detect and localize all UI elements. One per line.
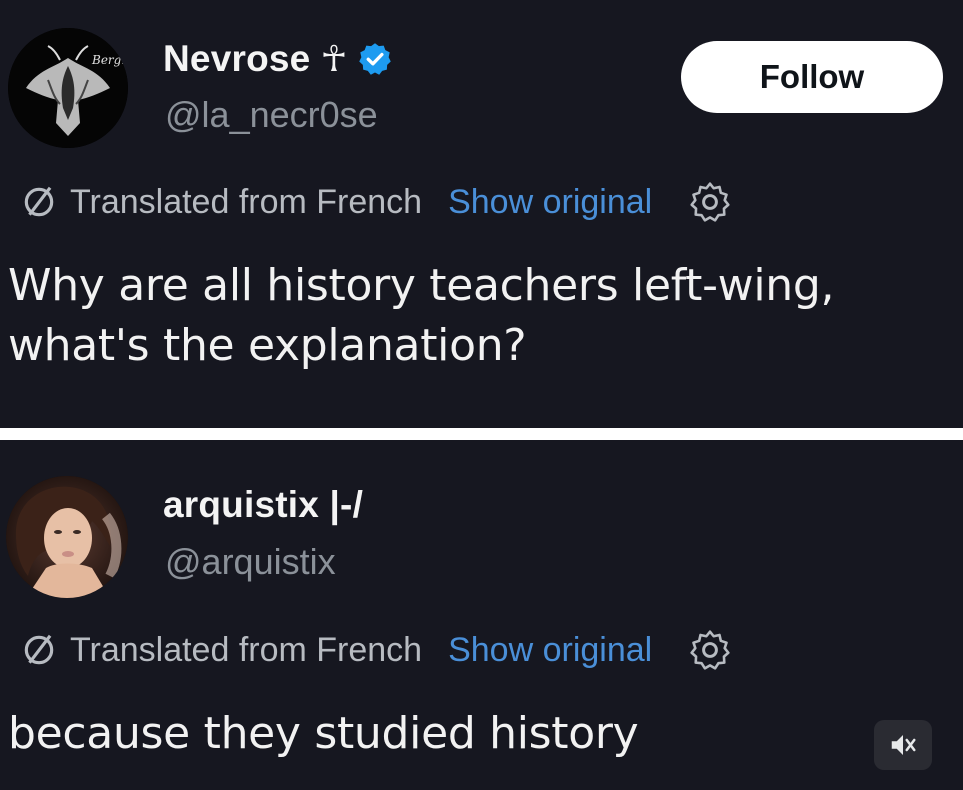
mute-button[interactable] — [874, 720, 932, 770]
display-name[interactable]: Nevrose — [163, 38, 310, 80]
handle[interactable]: @arquistix — [165, 541, 336, 583]
handle[interactable]: @la_necr0se — [165, 94, 378, 136]
avatar[interactable] — [6, 476, 128, 598]
tweet-text-line: Why are all history teachers left-wing, — [8, 260, 835, 311]
show-original-link[interactable]: Show original — [448, 631, 652, 670]
tweet-text-line: because they studied history — [8, 708, 639, 759]
translated-label: Translated from French — [70, 630, 423, 669]
gear-icon[interactable] — [688, 180, 732, 224]
tweet-text-line: what's the explanation? — [8, 320, 527, 371]
verified-badge-icon — [359, 43, 392, 75]
translation-bar: Translated from French Show original — [20, 180, 732, 224]
author-name-row: Nevrose ☥ — [163, 38, 393, 80]
avatar[interactable]: Bergm — [8, 28, 128, 148]
gear-icon[interactable] — [688, 628, 732, 672]
avatar-image: Bergm — [8, 28, 128, 148]
translation-bar: Translated from French Show original — [20, 628, 732, 672]
show-original-link[interactable]: Show original — [448, 183, 652, 222]
avatar-image — [6, 476, 128, 598]
translated-label: Translated from French — [70, 182, 423, 221]
svg-text:Bergm: Bergm — [91, 53, 128, 67]
volume-muted-icon — [891, 735, 916, 755]
tweet-text: Why are all history teachers left-wing, … — [8, 256, 834, 376]
translate-icon — [24, 634, 54, 665]
ankh-glyph: ☥ — [320, 38, 348, 80]
display-name[interactable]: arquistix |-/ — [163, 484, 363, 526]
divider — [0, 428, 963, 440]
follow-button[interactable]: Follow — [681, 41, 943, 113]
tweet-text: because they studied history — [8, 704, 639, 764]
tweet-card-nevrose: Bergm Nevrose ☥ @la_necr0se Follow Trans… — [0, 0, 963, 428]
translate-icon — [24, 186, 54, 217]
